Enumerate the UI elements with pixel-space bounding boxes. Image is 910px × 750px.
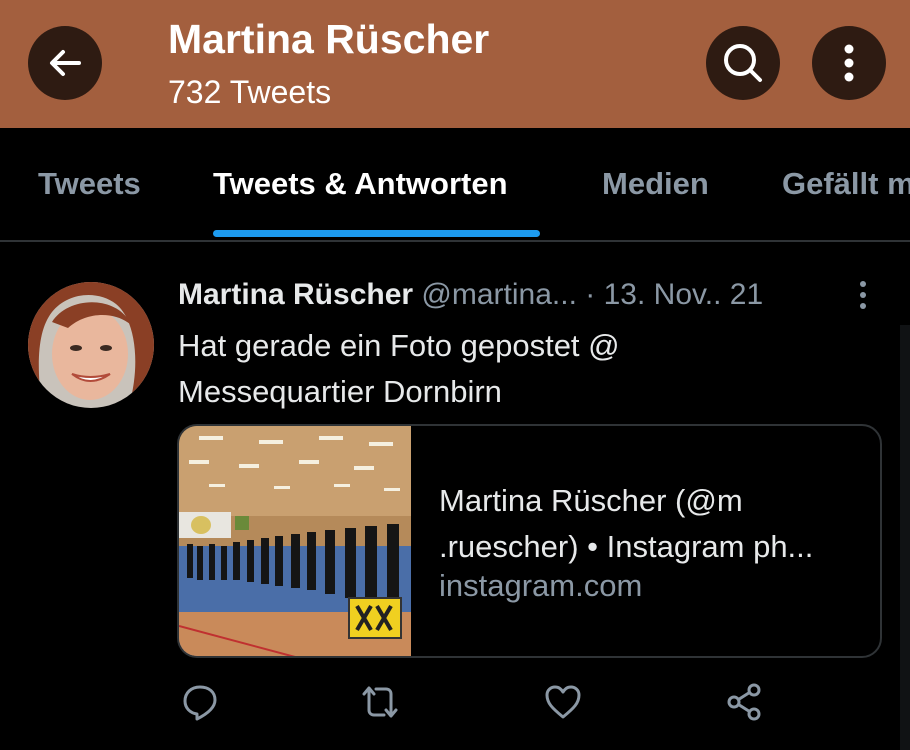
link-card[interactable]: Martina Rüscher (@m .ruescher) • Instagr…	[177, 424, 882, 658]
tab-likes[interactable]: Gefällt mir	[782, 166, 910, 202]
tab-tweets-and-replies[interactable]: Tweets & Antworten	[213, 166, 508, 202]
retweet-icon	[362, 686, 398, 718]
profile-name-title: Martina Rüscher	[168, 16, 490, 62]
arrow-left-icon	[50, 50, 81, 76]
heart-icon	[545, 685, 581, 719]
tweet-count: 732 Tweets	[168, 74, 332, 110]
tweet-author-name[interactable]: Martina Rüscher	[178, 278, 413, 311]
retweet-button[interactable]	[358, 680, 402, 724]
profile-tabs: Tweets Tweets & Antworten Medien Gefällt…	[0, 128, 910, 240]
more-vertical-icon	[860, 281, 866, 309]
more-vertical-icon	[844, 44, 854, 82]
tweet-author-handle[interactable]: @martina...	[421, 278, 577, 311]
active-tab-indicator	[213, 230, 540, 237]
tweet-actions	[0, 680, 910, 730]
avatar[interactable]	[28, 282, 154, 408]
link-card-image	[179, 426, 411, 656]
reply-button[interactable]	[178, 680, 222, 724]
more-options-button[interactable]	[812, 26, 886, 100]
link-card-title: Martina Rüscher (@m .ruescher) • Instagr…	[439, 483, 814, 564]
search-icon	[724, 44, 762, 82]
back-button[interactable]	[28, 26, 102, 100]
tweet-text: Hat gerade ein Foto gepostet @ Messequar…	[178, 328, 620, 409]
tweet-separator: ·	[585, 278, 596, 311]
share-button[interactable]	[722, 680, 766, 724]
tab-media[interactable]: Medien	[602, 166, 709, 202]
tabs-divider	[0, 240, 910, 242]
like-button[interactable]	[541, 680, 585, 724]
profile-header: Martina Rüscher 732 Tweets	[0, 0, 910, 128]
avatar-photo	[28, 282, 154, 408]
tweet-header: Martina Rüscher @martina... · 13. Nov.. …	[178, 278, 763, 312]
tweet-date[interactable]: 13. Nov.. 21	[604, 278, 764, 311]
reply-icon	[183, 685, 217, 721]
link-card-domain: instagram.com	[439, 568, 643, 603]
tab-tweets[interactable]: Tweets	[38, 166, 141, 202]
scrollbar-track[interactable]	[900, 325, 910, 750]
tweet-more-button[interactable]	[850, 278, 876, 314]
share-icon	[727, 683, 761, 721]
search-button[interactable]	[706, 26, 780, 100]
